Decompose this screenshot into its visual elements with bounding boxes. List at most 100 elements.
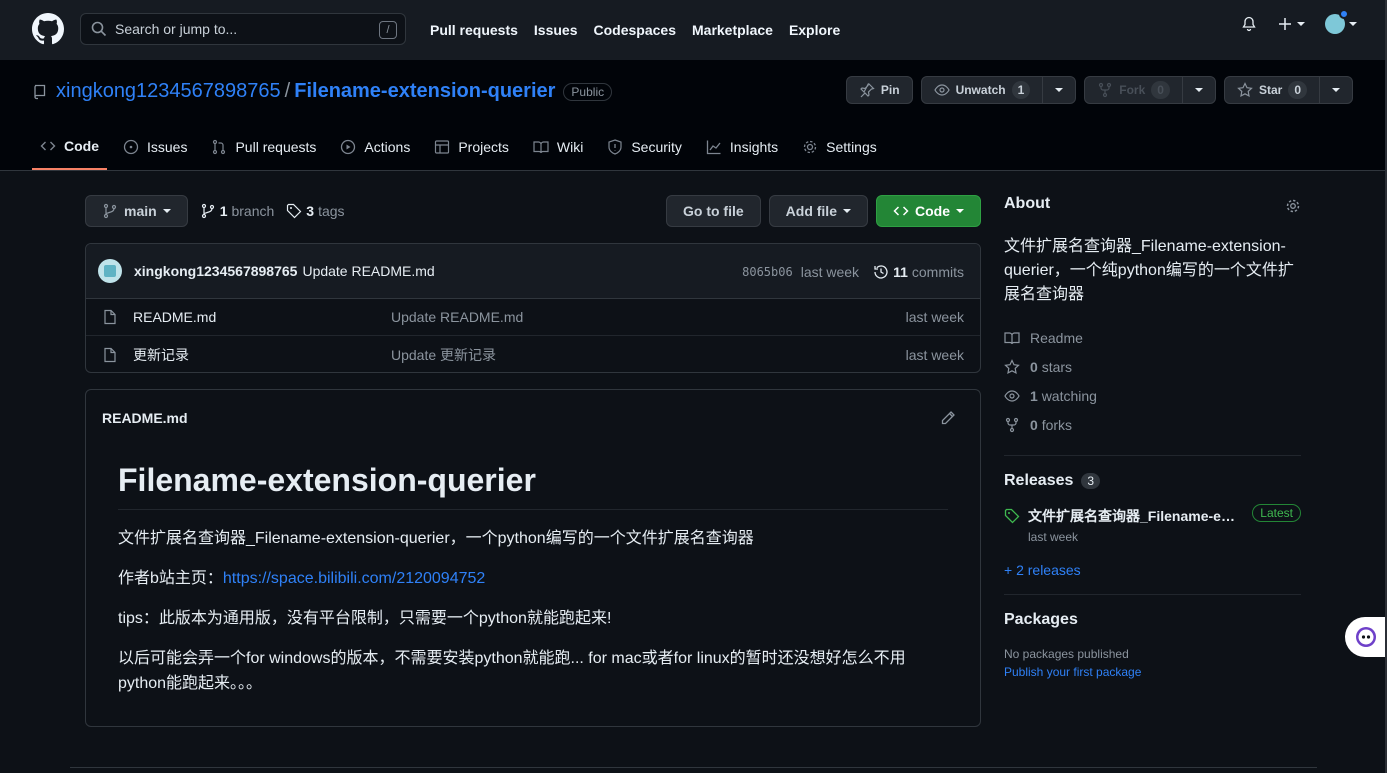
tab-actions[interactable]: Actions — [332, 124, 418, 170]
tab-code[interactable]: Code — [32, 124, 107, 170]
tab-insights[interactable]: Insights — [698, 124, 786, 170]
list-item[interactable]: README.md Update README.md last week — [86, 299, 980, 336]
readme-filename[interactable]: README.md — [102, 410, 188, 426]
releases-heading-link[interactable]: Releases 3 — [1004, 472, 1301, 490]
watchers-link[interactable]: 1 watching — [1004, 381, 1301, 410]
tab-issues[interactable]: Issues — [115, 124, 195, 170]
avatar[interactable] — [98, 259, 122, 283]
tab-code-label: Code — [64, 138, 99, 154]
github-logo-icon[interactable] — [32, 13, 64, 45]
file-commit-message[interactable]: Update README.md — [391, 309, 523, 325]
forks-link[interactable]: 0 forks — [1004, 410, 1301, 439]
commit-author[interactable]: xingkong1234567898765 — [134, 263, 297, 279]
commit-time: last week — [800, 263, 860, 280]
assistant-bot-icon — [1356, 627, 1376, 647]
publish-package-link[interactable]: Publish your first package — [1004, 665, 1301, 679]
avatar — [1325, 9, 1349, 34]
visibility-badge: Public — [563, 82, 613, 101]
tags-link[interactable]: 3 tags — [286, 203, 345, 219]
star-icon — [1004, 358, 1020, 374]
go-to-file-button[interactable]: Go to file — [665, 195, 761, 227]
history-icon — [874, 264, 888, 279]
user-menu-button[interactable] — [1325, 9, 1357, 34]
readme-link[interactable]: Readme — [1004, 323, 1301, 352]
add-file-button[interactable]: Add file — [768, 195, 868, 227]
commit-count: 11 — [893, 263, 908, 280]
tag-icon — [287, 203, 302, 219]
pin-icon — [860, 83, 875, 98]
chevron-down-icon — [1332, 88, 1340, 92]
forks-label: forks — [1041, 416, 1073, 433]
tab-pull-requests[interactable]: Pull requests — [203, 124, 324, 170]
file-name[interactable]: README.md — [133, 309, 216, 325]
global-header: Search or jump to... / Pull requests Iss… — [0, 0, 1387, 60]
bell-icon[interactable] — [1241, 16, 1257, 32]
star-button[interactable]: Star 0 — [1223, 76, 1353, 104]
releases-heading: Releases — [1004, 472, 1074, 489]
stars-link[interactable]: 0 stars — [1004, 352, 1301, 381]
packages-heading[interactable]: Packages — [1004, 611, 1301, 629]
readme-title: Filename-extension-querier — [118, 462, 948, 510]
tab-security[interactable]: Security — [599, 124, 690, 170]
nav-explore[interactable]: Explore — [789, 22, 840, 38]
tag-icon — [1004, 508, 1020, 524]
releases-count: 3 — [1081, 473, 1101, 489]
about-header: About — [1004, 195, 1301, 219]
file-commit-message[interactable]: Update 更新记录 — [391, 345, 496, 365]
star-icon — [1237, 82, 1253, 98]
tab-projects[interactable]: Projects — [426, 124, 517, 170]
fork-dropdown[interactable] — [1181, 77, 1215, 103]
repo-header: xingkong1234567898765 / Filename-extensi… — [0, 60, 1387, 171]
unwatch-dropdown[interactable] — [1042, 77, 1075, 103]
issue-icon — [123, 139, 139, 155]
nav-issues[interactable]: Issues — [534, 22, 578, 38]
code-button[interactable]: Code — [876, 195, 981, 227]
more-releases-link[interactable]: + 2 releases — [1004, 562, 1301, 578]
gear-icon[interactable] — [1285, 198, 1301, 214]
create-new-button[interactable] — [1277, 16, 1305, 32]
pull-request-icon — [213, 139, 226, 155]
tab-projects-label: Projects — [458, 139, 509, 155]
readme-paragraph: 以后可能会弄一个for windows的版本，不需要安装python就能跑...… — [118, 650, 906, 692]
pencil-icon[interactable] — [940, 410, 956, 426]
nav-pull-requests[interactable]: Pull requests — [430, 22, 518, 38]
tab-settings-label: Settings — [826, 139, 877, 155]
chevron-down-icon — [1055, 88, 1064, 92]
readme-paragraph: tips：此版本为通用版，没有平台限制，只需要一个python就能跑起来! — [118, 610, 612, 627]
assistant-float-button[interactable] — [1345, 617, 1387, 657]
nav-marketplace[interactable]: Marketplace — [692, 22, 773, 38]
branch-selector[interactable]: main — [85, 195, 188, 227]
nav-codespaces[interactable]: Codespaces — [594, 22, 676, 38]
author-homepage-link[interactable]: https://space.bilibili.com/2120094752 — [223, 570, 485, 587]
code-button-label: Code — [915, 203, 950, 219]
tab-settings[interactable]: Settings — [794, 124, 885, 170]
commits-history-link[interactable]: 11 commits — [873, 264, 964, 280]
unwatch-label: Unwatch — [955, 83, 1006, 97]
file-time: last week — [905, 346, 964, 363]
list-item[interactable]: 更新记录 Update 更新记录 last week — [86, 336, 980, 372]
search-placeholder: Search or jump to... — [115, 21, 238, 37]
tab-wiki-label: Wiki — [556, 139, 584, 155]
watching-count: 1 — [1030, 387, 1038, 404]
repo-owner-link[interactable]: xingkong1234567898765 — [56, 80, 281, 103]
file-name[interactable]: 更新记录 — [133, 345, 189, 365]
star-dropdown[interactable] — [1319, 77, 1352, 103]
search-input[interactable]: Search or jump to... / — [80, 13, 406, 45]
pin-button[interactable]: Pin — [845, 76, 913, 104]
unwatch-button[interactable]: Unwatch 1 — [920, 76, 1077, 104]
branch-count-label: branch — [231, 203, 275, 219]
branches-link[interactable]: 1 branch — [200, 203, 275, 219]
tab-wiki[interactable]: Wiki — [525, 124, 591, 170]
commit-sha[interactable]: 8065b06 — [742, 265, 793, 279]
latest-release[interactable]: 文件扩展名查询器_Filename-extension-querier last… — [1004, 504, 1301, 546]
file-actions: Go to file Add file Code — [665, 195, 981, 227]
tab-security-label: Security — [631, 139, 682, 155]
eye-icon — [933, 84, 950, 96]
fork-button[interactable]: Fork 0 — [1084, 76, 1216, 104]
plus-icon — [1279, 18, 1291, 30]
book-icon — [1004, 331, 1020, 344]
repo-name-link[interactable]: Filename-extension-querier — [294, 80, 555, 103]
readme-author-prefix: 作者b站主页： — [118, 570, 223, 587]
fork-label: Fork — [1119, 83, 1146, 97]
commit-message[interactable]: Update README.md — [302, 263, 434, 279]
